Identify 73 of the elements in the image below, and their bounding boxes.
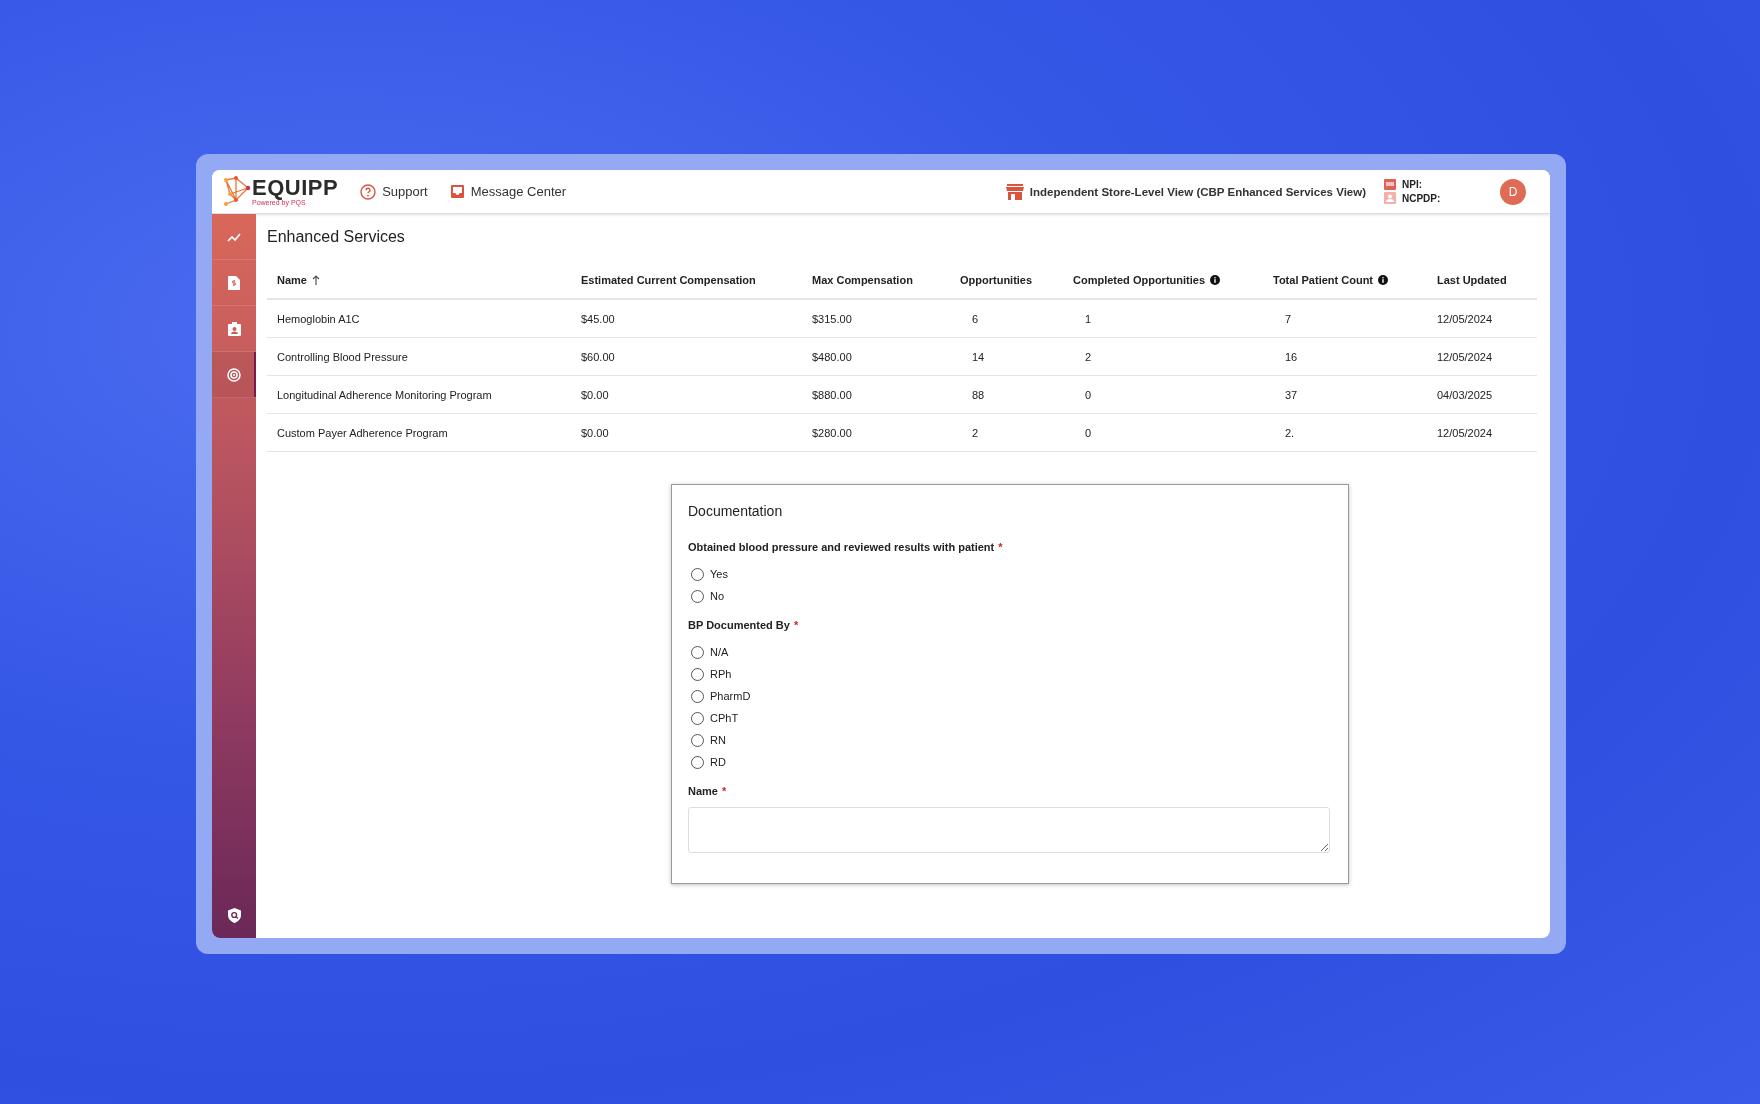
table-cell-text: Controlling Blood Pressure <box>276 350 409 363</box>
radio-option[interactable]: CPhT <box>691 707 1332 729</box>
table-cell-text: 12/05/2024 <box>1436 426 1494 439</box>
column-header[interactable]: Max Compensation <box>802 274 950 286</box>
logo-wordmark: EQUIPP <box>252 177 339 199</box>
table-cell-text: 2 <box>1084 350 1093 363</box>
table-cell-text: Longitudinal Adherence Monitoring Program <box>276 388 493 401</box>
table-cell-text: 04/03/2025 <box>1436 388 1494 401</box>
radio-option[interactable]: PharmD <box>691 685 1332 707</box>
radio-option[interactable]: RN <box>691 729 1332 751</box>
table-cell-text: 16 <box>1284 350 1299 363</box>
table-cell-text: 37 <box>1284 388 1299 401</box>
table-cell-text: 2 <box>971 426 980 439</box>
table-cell-text: 12/05/2024 <box>1436 312 1494 325</box>
invoice-icon <box>228 275 240 290</box>
table-cell-text: Hemoglobin A1C <box>276 312 361 325</box>
column-header[interactable]: Total Patient Count <box>1263 274 1427 286</box>
column-header[interactable]: Name <box>267 274 571 286</box>
table-cell-text: 2. <box>1284 426 1296 439</box>
store-icon <box>1005 183 1024 200</box>
column-header[interactable]: Estimated Current Compensation <box>571 274 802 286</box>
table-cell-text: $45.00 <box>580 312 616 325</box>
radio-option[interactable]: No <box>691 585 1332 607</box>
radio-option[interactable]: N/A <box>691 641 1332 663</box>
radio-option[interactable]: Yes <box>691 563 1332 585</box>
column-header[interactable]: Opportunities <box>950 274 1063 286</box>
required-mark: * <box>793 619 799 631</box>
required-mark: * <box>721 785 727 797</box>
number-icon <box>1384 179 1396 190</box>
table-cell-text: 0 <box>1084 426 1093 439</box>
table-cell-text: 7 <box>1284 312 1293 325</box>
id-card-icon <box>1384 192 1396 204</box>
target-icon <box>227 367 241 382</box>
shield-icon[interactable] <box>227 907 241 923</box>
info-icon <box>1210 275 1220 285</box>
inbox-icon <box>449 184 465 199</box>
radio-option[interactable]: RD <box>691 751 1332 773</box>
table-cell-text: Custom Payer Adherence Program <box>276 426 449 439</box>
logo-icon <box>222 175 250 208</box>
table-cell-text: 0 <box>1084 388 1093 401</box>
table-cell-text: $880.00 <box>811 388 853 401</box>
table-cell-text: 6 <box>971 312 980 325</box>
nav-link[interactable]: Message Center <box>449 184 567 199</box>
sort-up-icon <box>311 275 320 285</box>
info-icon <box>1378 275 1388 285</box>
nav-link[interactable]: Support <box>360 183 428 200</box>
sidebar-item[interactable] <box>212 352 256 398</box>
store-view-label: Independent Store-Level View (CBP Enhanced Services View) <box>1029 185 1366 198</box>
field-label: Obtained blood pressure and reviewed results with patient <box>688 541 995 553</box>
table-cell-text: 12/05/2024 <box>1436 350 1494 363</box>
table-cell-text: 88 <box>971 388 986 401</box>
table-cell-text: 1 <box>1084 312 1093 325</box>
field-label: Name <box>688 785 718 797</box>
id-label: NPI: <box>1402 179 1422 190</box>
table-cell-text: $60.00 <box>580 350 616 363</box>
table-cell-text: $280.00 <box>811 426 853 439</box>
table-cell-text: 14 <box>971 350 986 363</box>
column-header[interactable]: Completed Opportunities <box>1063 274 1263 286</box>
id-label: NCPDP: <box>1402 192 1441 204</box>
clipboard-icon <box>227 321 241 336</box>
required-mark: * <box>998 541 1003 553</box>
column-header[interactable]: Last Updated <box>1427 274 1537 286</box>
field-label: BP Documented By <box>688 619 790 631</box>
table-cell-text: $0.00 <box>580 388 610 401</box>
name-field[interactable] <box>688 807 1330 853</box>
dialog-title: Documentation <box>688 503 784 519</box>
table-cell-text: $0.00 <box>580 426 610 439</box>
help-icon <box>360 183 377 200</box>
trend-icon <box>227 231 241 242</box>
table-cell-text: $315.00 <box>811 312 853 325</box>
radio-option[interactable]: RPh <box>691 663 1332 685</box>
page-title: Enhanced Services <box>267 228 406 246</box>
table-cell-text: $480.00 <box>811 350 853 363</box>
